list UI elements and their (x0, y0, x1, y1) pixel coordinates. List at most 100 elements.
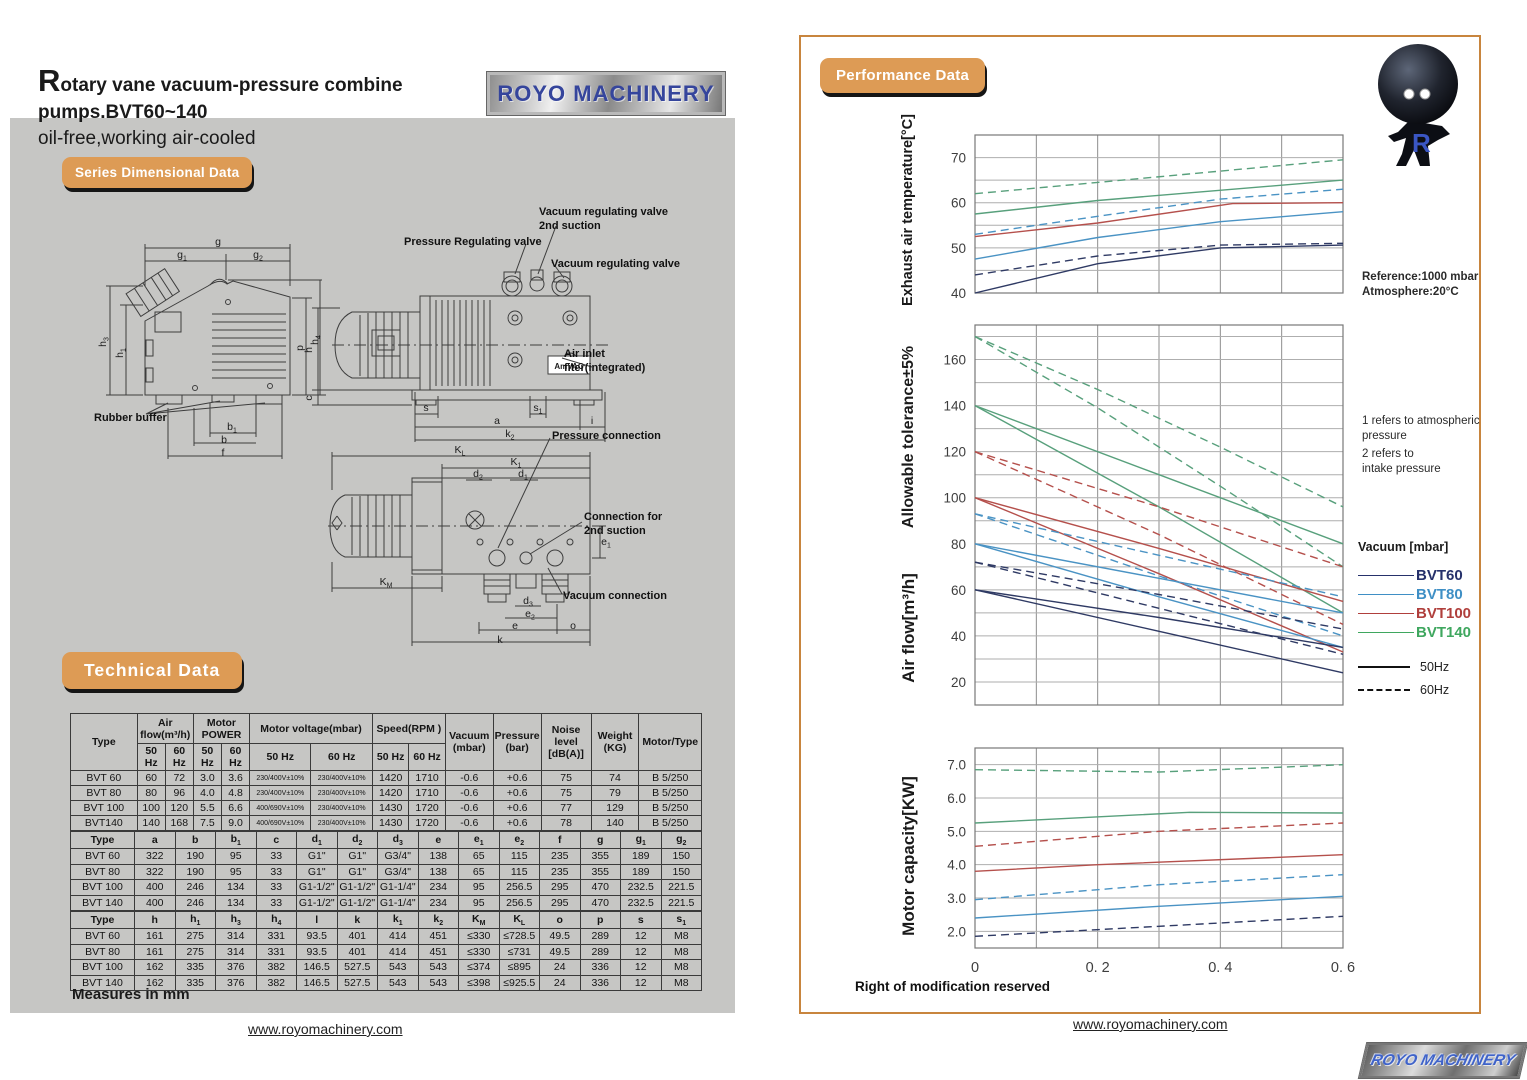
table-cell: 24 (540, 975, 581, 991)
table-cell: s (621, 912, 662, 929)
table-cell: +0.6 (493, 816, 541, 831)
y-tick-label: 7.0 (947, 758, 966, 773)
legend-item-60hz: 60Hz (1358, 679, 1488, 700)
legend-line-bvt80 (1358, 594, 1414, 595)
table-row: BVT 8016127531433193.5401414451≤330≤7314… (71, 944, 702, 960)
table-cell: 138 (418, 849, 459, 865)
table-cell: l (297, 912, 338, 929)
table-cell: 331 (256, 944, 297, 960)
table-cell: 65 (459, 849, 500, 865)
table-cell: 120 (165, 801, 193, 816)
table-cell: 190 (175, 864, 216, 880)
table-row: BVT 803221909533G1"G1"G3/4"1386511523535… (71, 864, 702, 880)
dimension-label: s (423, 402, 428, 414)
table-cell: 146.5 (297, 975, 338, 991)
dimension-label: d3 (523, 595, 533, 609)
table-cell: Pressure (bar) (493, 714, 541, 771)
dimension-label: KL (455, 444, 466, 458)
table-cell: h4 (256, 912, 297, 929)
table-cell: 1420 (372, 771, 408, 786)
table-cell: k2 (418, 912, 459, 929)
table-cell: G1" (297, 849, 338, 865)
table-cell: 9.0 (221, 816, 249, 831)
table-cell: 161 (135, 944, 176, 960)
y-axis-label-motor-capacity: Motor capacity[KW] (899, 746, 919, 966)
table-cell: Type (71, 912, 135, 929)
table-cell: Motor/Type (639, 714, 702, 771)
table-cell: 138 (418, 864, 459, 880)
y-axis-label-exhaust-temp: Exhaust air temperature[°C] (900, 110, 916, 310)
table-cell: G1-1/2" (337, 880, 378, 896)
dimension-label: g1 (177, 249, 187, 263)
table-cell: -0.6 (445, 786, 493, 801)
legend-title: Vacuum [mbar] (1358, 540, 1488, 554)
table-cell: Noise level [dB(A)] (541, 714, 591, 771)
table-cell: 7.5 (193, 816, 221, 831)
table-cell: e2 (499, 832, 540, 849)
table-cell: 376 (216, 975, 257, 991)
table-cell: B 5/250 (639, 801, 702, 816)
table-cell: 382 (256, 975, 297, 991)
table-cell: 100 (137, 801, 165, 816)
table-cell: BVT 100 (71, 960, 135, 976)
table-cell: G1-1/4" (378, 880, 419, 896)
legend-line-bvt100 (1358, 613, 1414, 614)
table-cell: 543 (418, 960, 459, 976)
table-cell: +0.6 (493, 771, 541, 786)
table-cell: 115 (499, 849, 540, 865)
table-cell: 60 Hz (409, 744, 445, 771)
table-cell: 230/400V±10% (250, 786, 311, 801)
royo-machinery-logo-top: ROYO MACHINERY (487, 72, 725, 115)
website-link-left[interactable]: www.royomachinery.com (248, 1021, 403, 1037)
table-cell: 80 (137, 786, 165, 801)
y-tick-label: 40 (951, 629, 966, 644)
table-cell: G3/4" (378, 849, 419, 865)
table-cell: 93.5 (297, 944, 338, 960)
legend-item-50hz: 50Hz (1358, 656, 1488, 677)
table-cell: 527.5 (337, 975, 378, 991)
dimension-label: g (215, 236, 221, 248)
table-cell: 129 (591, 801, 639, 816)
modification-reserved-note: Right of modification reserved (855, 979, 1050, 994)
performance-data-badge: Performance Data (820, 58, 985, 93)
legend-label-bvt80: BVT80 (1416, 586, 1463, 603)
table-cell: B 5/250 (639, 771, 702, 786)
table-cell: 115 (499, 864, 540, 880)
table-cell: 77 (541, 801, 591, 816)
table-cell: 256.5 (499, 895, 540, 911)
table-cell: 336 (580, 975, 621, 991)
table-cell: BVT 140 (71, 895, 135, 911)
table-row: BVT 1001001205.56.6400/690V±10%230/400V±… (71, 801, 702, 816)
dimension-label: h (303, 347, 315, 353)
table-cell: 289 (580, 929, 621, 945)
table-cell: 256.5 (499, 880, 540, 896)
table-cell: 12 (621, 929, 662, 945)
table-cell: BVT 100 (71, 801, 138, 816)
title-text: otary vane vacuum-pressure combine pumps… (38, 75, 403, 123)
y-tick-label: 6.0 (947, 791, 966, 806)
website-link-right[interactable]: www.royomachinery.com (1073, 1016, 1228, 1032)
table-cell: 12 (621, 944, 662, 960)
table-cell: KL (499, 912, 540, 929)
table-cell: 189 (621, 849, 662, 865)
dimension-label: e2 (525, 608, 535, 622)
table-cell: 146.5 (297, 960, 338, 976)
table-cell: 275 (175, 929, 216, 945)
table-cell: 60 Hz (311, 744, 372, 771)
y-tick-label: 3.0 (947, 891, 966, 906)
table-cell: 140 (137, 816, 165, 831)
table-cell: 33 (256, 849, 297, 865)
motor-capacity-chart: 7.06.05.04.03.02.000. 20. 40. 6 (895, 734, 1355, 986)
table-cell: 33 (256, 864, 297, 880)
table-cell: 49.5 (540, 944, 581, 960)
table-cell: 235 (540, 864, 581, 880)
table-cell: g2 (661, 832, 702, 849)
table-cell: M8 (661, 960, 702, 976)
drawing-callout: Vacuum regulating valve 2nd suction (539, 206, 668, 234)
table-cell: 543 (378, 960, 419, 976)
table-cell: 1720 (409, 801, 445, 816)
table-cell: 401 (337, 929, 378, 945)
bottom-view-drawing (328, 438, 608, 646)
table-cell: 336 (580, 960, 621, 976)
table-cell: 162 (135, 960, 176, 976)
